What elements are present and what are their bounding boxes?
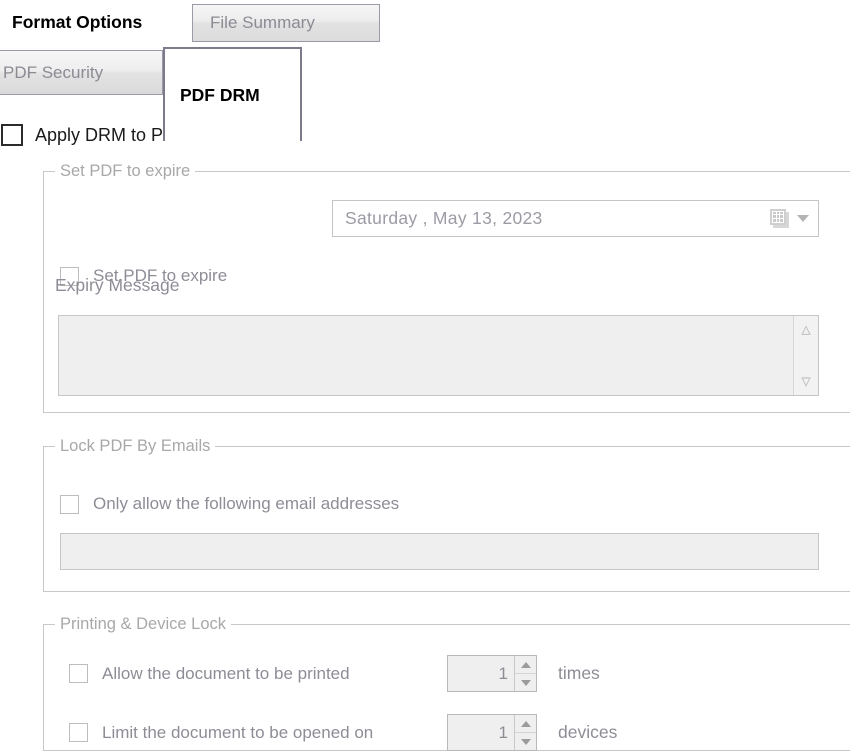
tab-file-summary[interactable]: File Summary <box>192 4 380 42</box>
apply-drm-checkbox[interactable] <box>1 124 23 146</box>
print-count-value[interactable]: 1 <box>448 656 514 691</box>
limit-devices-checkbox[interactable] <box>69 723 88 742</box>
set-pdf-to-expire-group: Set PDF to expire Set PDF to expire Satu… <box>43 162 850 413</box>
triangle-up-icon <box>520 720 531 727</box>
tab-pdf-security[interactable]: PDF Security <box>0 50 163 95</box>
device-count-unit: devices <box>558 722 618 742</box>
triangle-down-icon <box>520 738 531 745</box>
only-allow-emails-checkbox[interactable] <box>60 494 79 514</box>
allow-print-row[interactable]: Allow the document to be printed 1 times <box>69 655 600 692</box>
device-count-decrement-button[interactable] <box>515 733 536 750</box>
expiry-message-textarea[interactable]: ▵ ▿ <box>58 315 819 396</box>
expiry-message-label: Expiry Message <box>55 275 180 295</box>
date-picker-buttons[interactable] <box>770 208 809 229</box>
expiry-message-value[interactable] <box>59 316 793 395</box>
device-count-value[interactable]: 1 <box>448 715 514 750</box>
group-border <box>43 446 850 592</box>
print-count-stepper-buttons[interactable] <box>514 656 536 691</box>
expiry-date-value: Saturday , May 13, 2023 <box>345 208 543 228</box>
allowed-emails-input[interactable] <box>60 533 819 570</box>
chevron-up-icon[interactable]: ▵ <box>801 320 811 339</box>
lock-pdf-by-emails-legend: Lock PDF By Emails <box>55 437 216 456</box>
outer-tab-strip: Format Options File Summary <box>0 0 850 45</box>
print-count-decrement-button[interactable] <box>515 674 536 691</box>
calendar-icon-face <box>770 208 786 225</box>
allow-print-label: Allow the document to be printed <box>102 663 350 683</box>
print-count-unit: times <box>558 663 600 683</box>
expiry-message-scrollbar[interactable]: ▵ ▿ <box>793 316 818 395</box>
lock-pdf-by-emails-group: Lock PDF By Emails Only allow the follow… <box>43 437 850 592</box>
device-count-stepper[interactable]: 1 <box>447 714 537 751</box>
print-count-stepper[interactable]: 1 <box>447 655 537 692</box>
tab-pdf-security-label: PDF Security <box>3 62 104 82</box>
expiry-date-picker[interactable]: Saturday , May 13, 2023 <box>332 200 819 237</box>
inner-tab-strip: PDF Security PDF DRM <box>0 45 850 142</box>
triangle-up-icon <box>520 661 531 668</box>
pdf-drm-panel: Apply DRM to PDF Set PDF to expire Set P… <box>0 97 850 751</box>
limit-devices-label: Limit the document to be opened on <box>102 722 374 742</box>
chevron-down-icon[interactable] <box>797 215 809 222</box>
printing-device-lock-group: Printing & Device Lock Allow the documen… <box>43 615 850 751</box>
print-count-increment-button[interactable] <box>515 656 536 674</box>
device-count-increment-button[interactable] <box>515 715 536 733</box>
set-pdf-to-expire-legend: Set PDF to expire <box>55 162 196 181</box>
chevron-down-icon[interactable]: ▿ <box>801 372 811 391</box>
calendar-icon[interactable] <box>770 208 790 229</box>
apply-drm-checkbox-row[interactable]: Apply DRM to PDF <box>1 124 187 146</box>
tab-pdf-drm-label: PDF DRM <box>180 84 260 105</box>
tab-file-summary-label: File Summary <box>210 13 315 32</box>
printing-device-lock-legend: Printing & Device Lock <box>55 615 231 634</box>
only-allow-emails-checkbox-row[interactable]: Only allow the following email addresses <box>60 494 399 514</box>
device-count-stepper-buttons[interactable] <box>514 715 536 750</box>
tab-pdf-drm[interactable]: PDF DRM <box>163 47 302 141</box>
allow-print-checkbox[interactable] <box>69 664 88 683</box>
selected-tab-mask <box>165 137 300 142</box>
tab-format-options[interactable]: Format Options <box>0 0 157 45</box>
tab-format-options-label: Format Options <box>12 12 143 32</box>
only-allow-emails-label: Only allow the following email addresses <box>93 494 400 513</box>
limit-devices-row[interactable]: Limit the document to be opened on 1 dev… <box>69 714 617 751</box>
triangle-down-icon <box>520 679 531 686</box>
